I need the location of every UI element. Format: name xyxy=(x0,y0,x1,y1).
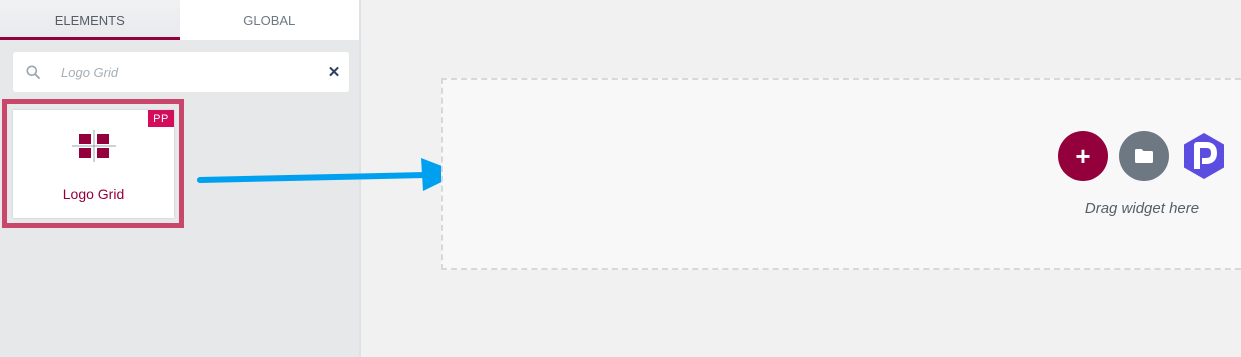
powerpack-button[interactable] xyxy=(1179,131,1229,181)
add-template-button[interactable] xyxy=(1119,131,1169,181)
powerpack-logo-icon xyxy=(1184,133,1224,179)
widget-label: Logo Grid xyxy=(62,186,125,202)
pp-badge: PP xyxy=(148,110,174,127)
search-icon xyxy=(26,65,40,79)
drag-arrow xyxy=(197,158,460,191)
plus-icon: + xyxy=(1075,140,1091,171)
add-section-button[interactable]: + xyxy=(1058,131,1108,181)
panel-tabs: ELEMENTS GLOBAL xyxy=(0,0,359,40)
folder-icon xyxy=(1135,149,1153,163)
tab-elements-label: ELEMENTS xyxy=(54,12,125,28)
tab-global-label: GLOBAL xyxy=(243,12,296,28)
search-box: ✕ xyxy=(13,52,349,92)
drop-area[interactable] xyxy=(441,78,1241,270)
tab-global[interactable]: GLOBAL xyxy=(179,0,359,40)
logo-grid-icon xyxy=(72,130,116,162)
search-input[interactable] xyxy=(61,62,301,82)
drag-widget-text: Drag widget here xyxy=(1084,200,1200,217)
tab-elements[interactable]: ELEMENTS xyxy=(0,0,180,40)
close-icon[interactable]: ✕ xyxy=(326,64,342,81)
widget-logo-grid[interactable]: PP Logo Grid xyxy=(13,110,174,218)
